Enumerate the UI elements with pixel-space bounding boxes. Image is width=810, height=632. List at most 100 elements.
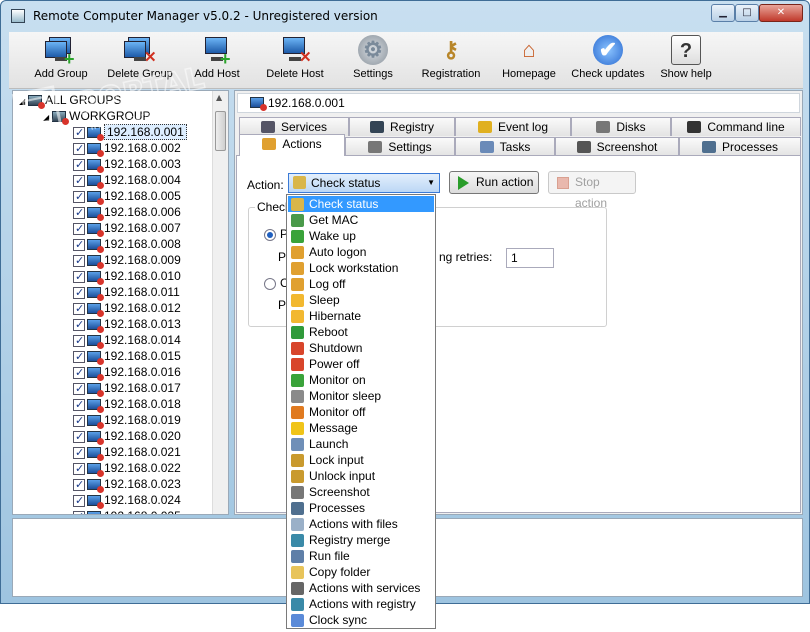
title-bar[interactable]: Remote Computer Manager v5.0.2 - Unregis… [1, 1, 809, 31]
action-option-monitor-on[interactable]: Monitor on [288, 372, 434, 388]
host-checkbox[interactable] [73, 317, 85, 333]
action-option-reboot[interactable]: Reboot [288, 324, 434, 340]
host-checkbox[interactable] [73, 269, 85, 285]
tree-host-item[interactable]: 192.168.0.005 [73, 188, 181, 206]
action-option-wake-up[interactable]: Wake up [288, 228, 434, 244]
collapse-icon[interactable]: ◢ [43, 113, 49, 122]
action-option-auto-logon[interactable]: Auto logon [288, 244, 434, 260]
scroll-up-icon[interactable]: ▲ [216, 93, 222, 102]
action-option-monitor-sleep[interactable]: Monitor sleep [288, 388, 434, 404]
action-option-lock-workstation[interactable]: Lock workstation [288, 260, 434, 276]
tree-host-item[interactable]: 192.168.0.022 [73, 460, 181, 478]
action-select[interactable]: Check status ▼ [288, 173, 440, 193]
host-checkbox[interactable] [73, 189, 85, 205]
host-checkbox[interactable] [73, 381, 85, 397]
host-checkbox[interactable] [73, 493, 85, 509]
action-option-monitor-off[interactable]: Monitor off [288, 404, 434, 420]
action-option-processes[interactable]: Processes [288, 500, 434, 516]
tree-host-item[interactable]: 192.168.0.007 [73, 220, 181, 238]
tree-host-item[interactable]: 192.168.0.015 [73, 348, 181, 366]
action-option-actions-with-registry[interactable]: Actions with registry [288, 596, 434, 612]
host-checkbox[interactable] [73, 173, 85, 189]
stop-action-button[interactable]: Stop action [548, 171, 636, 210]
close-button[interactable]: ✕ [759, 4, 803, 22]
host-checkbox[interactable] [73, 445, 85, 461]
host-checkbox[interactable] [73, 141, 85, 157]
tree-group[interactable]: ◢ WORKGROUP [43, 108, 151, 126]
tree-host-item[interactable]: 192.168.0.017 [73, 380, 181, 398]
tree-host-item[interactable]: 192.168.0.008 [73, 236, 181, 254]
ping-radio[interactable] [264, 229, 276, 241]
host-checkbox[interactable] [73, 157, 85, 173]
host-checkbox[interactable] [73, 253, 85, 269]
tree-root[interactable]: ◢ ALL GROUPS [19, 92, 121, 110]
action-option-message[interactable]: Message [288, 420, 434, 436]
registration-button[interactable]: ⚷ Registration [406, 35, 496, 80]
action-option-lock-input[interactable]: Lock input [288, 452, 434, 468]
tree-host-item[interactable]: 192.168.0.002 [73, 140, 181, 158]
host-checkbox[interactable] [73, 397, 85, 413]
host-checkbox[interactable] [73, 413, 85, 429]
action-option-unlock-input[interactable]: Unlock input [288, 468, 434, 484]
show-help-button[interactable]: ? Show help [641, 35, 731, 80]
tab-command-line[interactable]: Command line [671, 117, 801, 136]
tab-disks[interactable]: Disks [571, 117, 671, 136]
action-option-actions-with-files[interactable]: Actions with files [288, 516, 434, 532]
settings-button[interactable]: ⚙ Settings [328, 35, 418, 80]
add-group-button[interactable]: + Add Group [16, 35, 106, 80]
minimize-button[interactable]: ▁ [711, 4, 735, 22]
tree-host-item[interactable]: 192.168.0.012 [73, 300, 181, 318]
action-option-log-off[interactable]: Log off [288, 276, 434, 292]
host-checkbox[interactable] [73, 477, 85, 493]
tree-host-item[interactable]: 192.168.0.004 [73, 172, 181, 190]
tab-screenshot[interactable]: Screenshot [555, 137, 679, 156]
action-option-run-file[interactable]: Run file [288, 548, 434, 564]
tree-host-item[interactable]: 192.168.0.011 [73, 284, 180, 302]
host-checkbox[interactable] [73, 365, 85, 381]
action-dropdown-list[interactable]: Check status Get MAC Wake up Auto logon Lock… [286, 194, 436, 629]
maximize-button[interactable]: □ [735, 4, 759, 22]
tree-host-item[interactable]: 192.168.0.023 [73, 476, 181, 494]
tab-tasks[interactable]: Tasks [455, 137, 555, 156]
action-option-check-status[interactable]: Check status [288, 196, 434, 212]
host-checkbox[interactable] [73, 429, 85, 445]
tree-host-item[interactable]: 192.168.0.016 [73, 364, 181, 382]
tree-host-item[interactable]: 192.168.0.010 [73, 268, 181, 286]
host-checkbox[interactable] [73, 461, 85, 477]
host-checkbox[interactable] [73, 285, 85, 301]
action-option-power-off[interactable]: Power off [288, 356, 434, 372]
action-option-actions-with-services[interactable]: Actions with services [288, 580, 434, 596]
run-action-button[interactable]: Run action [449, 171, 539, 194]
action-option-registry-merge[interactable]: Registry merge [288, 532, 434, 548]
tree-host-item[interactable]: 192.168.0.018 [73, 396, 181, 414]
tree-scrollbar[interactable]: ▲ [212, 91, 228, 514]
tree-host-item[interactable]: 192.168.0.025 [73, 508, 181, 514]
tree-host-item[interactable]: 192.168.0.019 [73, 412, 181, 430]
action-option-screenshot[interactable]: Screenshot [288, 484, 434, 500]
tab-settings[interactable]: Settings [345, 137, 455, 156]
add-host-button[interactable]: + Add Host [172, 35, 262, 80]
collapse-icon[interactable]: ◢ [19, 97, 25, 106]
host-checkbox[interactable] [73, 221, 85, 237]
action-option-clock-sync[interactable]: Clock sync [288, 612, 434, 628]
host-checkbox[interactable] [73, 237, 85, 253]
tree-host-item[interactable]: 192.168.0.020 [73, 428, 181, 446]
tree-host-item[interactable]: 192.168.0.024 [73, 492, 181, 510]
tab-event-log[interactable]: Event log [455, 117, 571, 136]
action-option-get-mac[interactable]: Get MAC [288, 212, 434, 228]
tree-host-item[interactable]: 192.168.0.003 [73, 156, 181, 174]
host-checkbox[interactable] [73, 205, 85, 221]
action-option-hibernate[interactable]: Hibernate [288, 308, 434, 324]
tab-processes[interactable]: Processes [679, 137, 801, 156]
host-checkbox[interactable] [73, 301, 85, 317]
tab-registry[interactable]: Registry [349, 117, 455, 136]
action-option-shutdown[interactable]: Shutdown [288, 340, 434, 356]
tab-actions[interactable]: Actions [239, 134, 345, 156]
action-option-copy-folder[interactable]: Copy folder [288, 564, 434, 580]
tree-host-item[interactable]: 192.168.0.006 [73, 204, 181, 222]
tree-host-item[interactable]: 192.168.0.009 [73, 252, 181, 270]
scroll-thumb[interactable] [215, 111, 226, 151]
host-checkbox[interactable] [73, 349, 85, 365]
retries-input[interactable]: 1 [506, 248, 554, 268]
host-tree[interactable]: ◢ALL GROUPS◢WORKGROUP192.168.0.001192.16… [12, 90, 229, 515]
